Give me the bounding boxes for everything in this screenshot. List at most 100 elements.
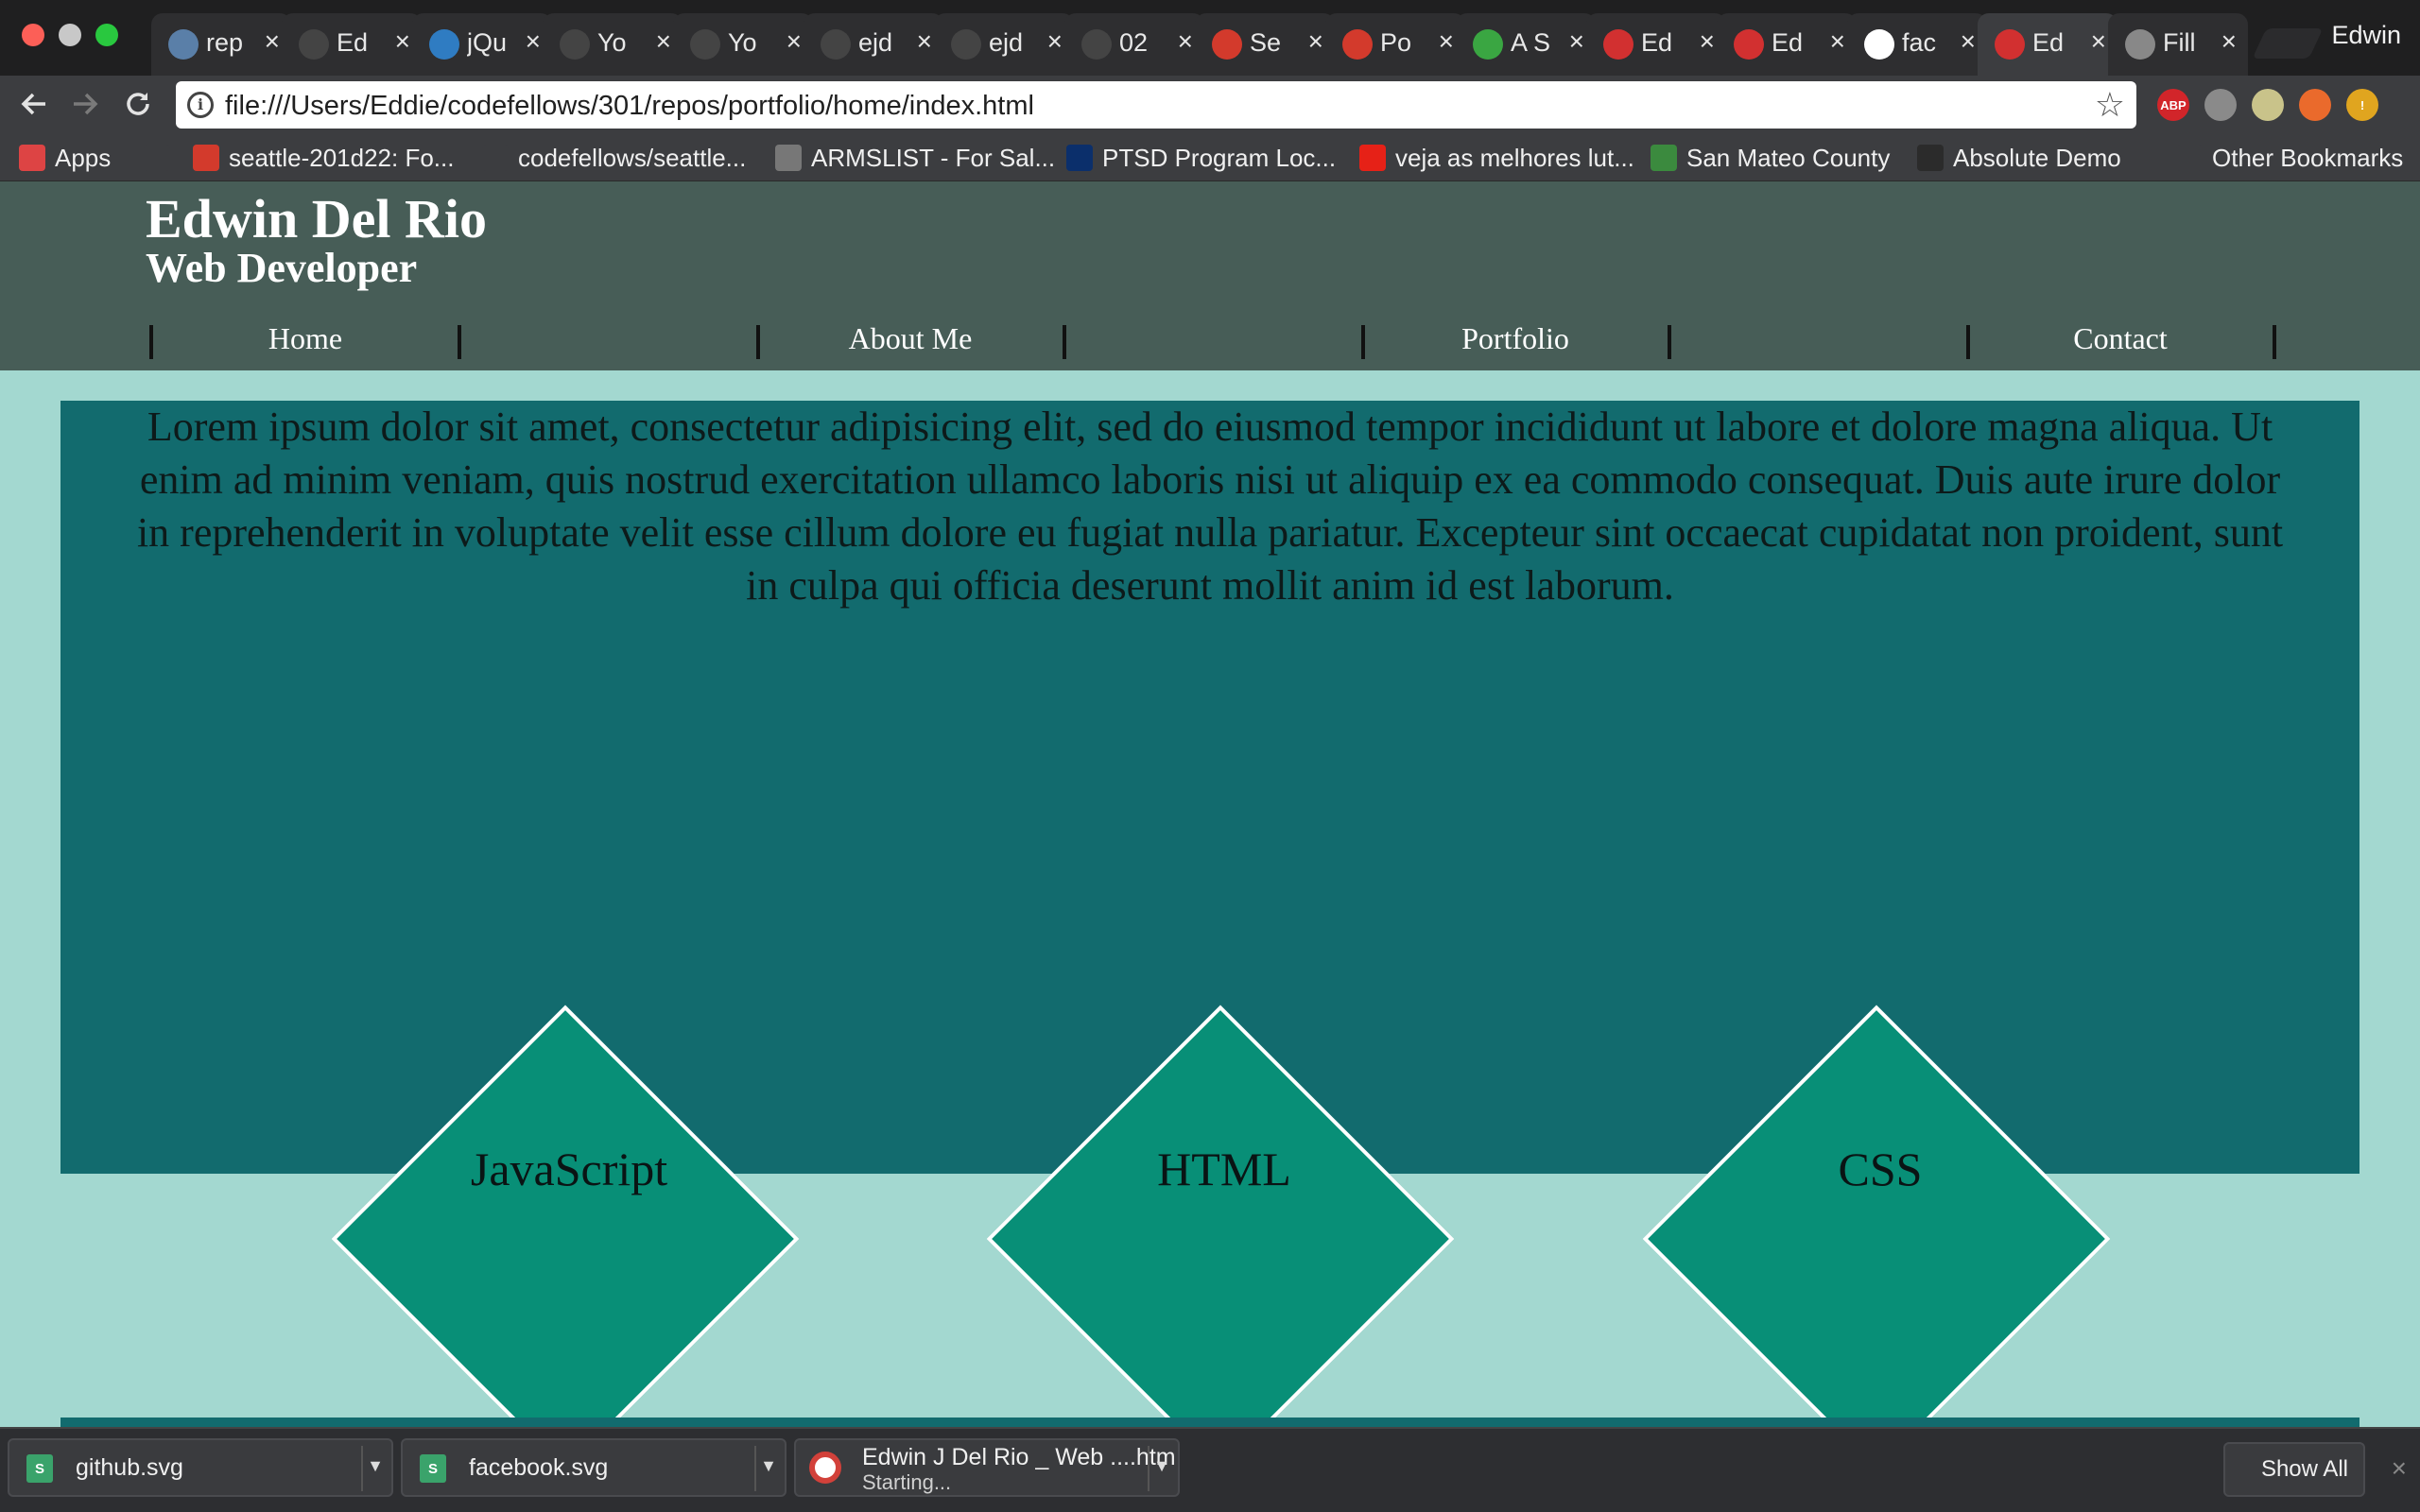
browser-tab[interactable]: Yo × bbox=[543, 13, 683, 76]
download-name: github.svg bbox=[76, 1454, 183, 1481]
browser-tab[interactable]: Ed × bbox=[282, 13, 422, 76]
download-name: facebook.svg bbox=[469, 1454, 609, 1481]
svg-file-icon: S bbox=[420, 1454, 446, 1483]
download-item[interactable]: Edwin J Del Rio _ Web ....htm Starting..… bbox=[794, 1438, 1180, 1497]
close-tab-icon[interactable]: × bbox=[2221, 26, 2237, 57]
close-tab-icon[interactable]: × bbox=[1961, 26, 1976, 57]
github-icon bbox=[951, 29, 981, 60]
site-title: Edwin Del Rio bbox=[146, 188, 487, 249]
bookmark-item[interactable]: PTSD Program Loc... bbox=[1066, 142, 1336, 174]
github-icon bbox=[299, 29, 329, 60]
browser-tab[interactable]: Ed × bbox=[1586, 13, 1726, 76]
github-icon bbox=[690, 29, 720, 60]
address-bar[interactable]: i file:///Users/Eddie/codefellows/301/re… bbox=[176, 81, 2136, 129]
close-icon[interactable]: × bbox=[2392, 1453, 2407, 1484]
close-window-button[interactable] bbox=[22, 24, 44, 46]
close-tab-icon[interactable]: × bbox=[656, 26, 671, 57]
browser-tab[interactable]: Se × bbox=[1195, 13, 1335, 76]
show-all-button[interactable]: Show All bbox=[2223, 1442, 2365, 1497]
forward-button[interactable] bbox=[66, 85, 104, 123]
bookmark-label: San Mateo County bbox=[1686, 143, 1891, 172]
minimize-window-button[interactable] bbox=[59, 24, 81, 46]
bookmark-item[interactable]: veja as melhores lut... bbox=[1359, 142, 1634, 174]
bookmark-item[interactable] bbox=[144, 142, 180, 174]
forward-arrow-icon bbox=[74, 93, 98, 115]
bookmark-star-icon[interactable]: ☆ bbox=[2095, 85, 2125, 125]
browser-tab[interactable]: ejd × bbox=[804, 13, 943, 76]
google-icon bbox=[1864, 29, 1894, 60]
folder-icon bbox=[2176, 145, 2203, 171]
bookmark-item[interactable]: Absolute Demo bbox=[1917, 142, 2121, 174]
close-tab-icon[interactable]: × bbox=[917, 26, 932, 57]
browser-tab[interactable]: 02 × bbox=[1064, 13, 1204, 76]
new-tab-button[interactable] bbox=[2252, 28, 2324, 59]
bookmark-label: ARMSLIST - For Sal... bbox=[811, 143, 1056, 172]
adblock-plus-icon[interactable]: ABP bbox=[2157, 89, 2189, 121]
bookmark-item[interactable]: codefellows/seattle... bbox=[482, 142, 746, 174]
alert-extension-icon[interactable]: ! bbox=[2346, 89, 2378, 121]
codefellows-icon bbox=[1342, 29, 1373, 60]
close-tab-icon[interactable]: × bbox=[395, 26, 410, 57]
nav-home-link[interactable]: Home bbox=[154, 321, 457, 356]
browser-tab[interactable]: Yo × bbox=[673, 13, 813, 76]
nav-about-link[interactable]: About Me bbox=[759, 321, 1062, 356]
reload-icon bbox=[127, 93, 149, 115]
bookmark-label: codefellows/seattle... bbox=[518, 143, 747, 172]
chevron-down-icon[interactable]: ▼ bbox=[1153, 1456, 1170, 1476]
bookmark-item[interactable]: San Mateo County bbox=[1651, 142, 1890, 174]
bookmark-label: Other Bookmarks bbox=[2212, 143, 2404, 172]
info-icon[interactable]: i bbox=[187, 92, 214, 118]
close-tab-icon[interactable]: × bbox=[2091, 26, 2106, 57]
s-logo-icon bbox=[1473, 29, 1503, 60]
close-tab-icon[interactable]: × bbox=[1700, 26, 1715, 57]
back-button[interactable] bbox=[15, 85, 53, 123]
close-tab-icon[interactable]: × bbox=[1830, 26, 1845, 57]
nav-contact-link[interactable]: Contact bbox=[1969, 321, 2272, 356]
reload-button[interactable] bbox=[119, 85, 157, 123]
browser-tab[interactable]: A S × bbox=[1456, 13, 1596, 76]
close-tab-icon[interactable]: × bbox=[1439, 26, 1454, 57]
download-separator bbox=[361, 1446, 363, 1491]
chevron-down-icon[interactable]: ▼ bbox=[760, 1456, 777, 1476]
close-tab-icon[interactable]: × bbox=[1047, 26, 1063, 57]
bookmark-item[interactable]: Other Bookmarks bbox=[2176, 142, 2403, 174]
browser-tab[interactable]: Fill × bbox=[2108, 13, 2248, 76]
close-tab-icon[interactable]: × bbox=[526, 26, 541, 57]
code-shield-icon bbox=[1603, 29, 1634, 60]
bookmark-item[interactable]: ARMSLIST - For Sal... bbox=[775, 142, 1055, 174]
pencil-extension-icon[interactable] bbox=[2299, 89, 2331, 121]
close-tab-icon[interactable]: × bbox=[265, 26, 280, 57]
download-item[interactable]: S github.svg ▼ bbox=[8, 1438, 393, 1497]
browser-tab[interactable]: Ed × bbox=[1717, 13, 1857, 76]
browser-tab[interactable]: fac × bbox=[1847, 13, 1987, 76]
chrome-icon bbox=[809, 1452, 841, 1484]
browser-tab[interactable]: Po × bbox=[1325, 13, 1465, 76]
browser-tab[interactable]: Ed × bbox=[1978, 13, 2118, 76]
tab-title: Ed bbox=[337, 28, 369, 57]
close-tab-icon[interactable]: × bbox=[1569, 26, 1584, 57]
armslist-icon bbox=[775, 145, 802, 171]
puzzle-extension-icon[interactable] bbox=[2204, 89, 2237, 121]
nav-portfolio-link[interactable]: Portfolio bbox=[1364, 321, 1667, 356]
code-shield-icon bbox=[1995, 29, 2025, 60]
close-tab-icon[interactable]: × bbox=[1178, 26, 1193, 57]
zoom-window-button[interactable] bbox=[95, 24, 118, 46]
download-item[interactable]: S facebook.svg ▼ bbox=[401, 1438, 786, 1497]
tab-title: jQu bbox=[467, 28, 508, 57]
profile-button[interactable]: Edwin bbox=[2331, 21, 2401, 50]
footer-section bbox=[60, 1418, 2360, 1427]
svg-file-icon: S bbox=[26, 1454, 53, 1483]
nav-divider bbox=[2273, 325, 2276, 359]
browser-tab[interactable]: ejd × bbox=[934, 13, 1074, 76]
bookmark-item[interactable]: seattle-201d22: Fo... bbox=[193, 142, 454, 174]
skill-label-css: CSS bbox=[1838, 1143, 1923, 1195]
browser-tab[interactable]: jQu × bbox=[412, 13, 552, 76]
bookmark-item[interactable]: Apps bbox=[19, 142, 111, 174]
back-arrow-icon bbox=[21, 93, 45, 115]
browser-tab[interactable]: rep × bbox=[151, 13, 291, 76]
chevron-down-icon[interactable]: ▼ bbox=[367, 1456, 384, 1476]
lightbulb-extension-icon[interactable] bbox=[2252, 89, 2284, 121]
url-text[interactable]: file:///Users/Eddie/codefellows/301/repo… bbox=[225, 91, 1034, 122]
close-tab-icon[interactable]: × bbox=[1308, 26, 1323, 57]
close-tab-icon[interactable]: × bbox=[786, 26, 802, 57]
